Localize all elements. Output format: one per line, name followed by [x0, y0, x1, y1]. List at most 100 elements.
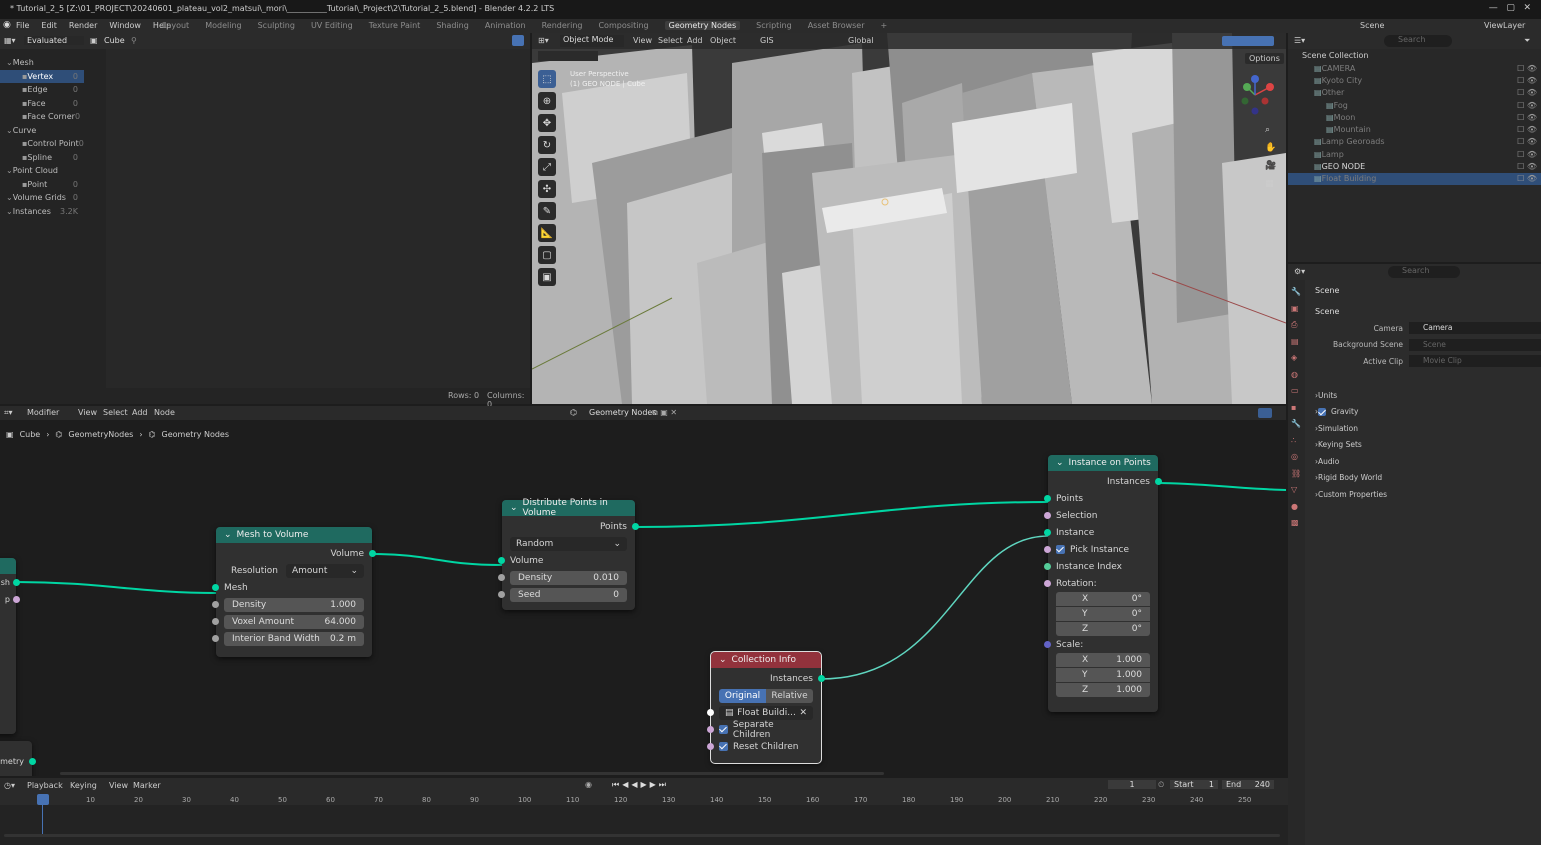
socket-separate-children-in[interactable] [707, 726, 714, 733]
physics-tab-icon[interactable]: ◎ [1291, 449, 1305, 466]
visibility-toggle-icon[interactable]: ☐ 👁 [1517, 101, 1541, 110]
timeline-menu-marker[interactable]: Marker [133, 781, 161, 790]
collapse-chevron-icon[interactable]: ⌄ [1056, 458, 1064, 468]
tab-modeling[interactable]: Modeling [205, 21, 241, 30]
viewport-menu-object[interactable]: Object [710, 36, 736, 45]
grid-toggle-icon[interactable]: ▦ [1265, 175, 1279, 193]
scale-y-field[interactable]: Y 1.000 [1056, 668, 1150, 682]
tab-texture-paint[interactable]: Texture Paint [369, 21, 421, 30]
tool-tab-icon[interactable]: 🔧 [1291, 284, 1305, 301]
node-group-output-partial[interactable]: metry [0, 741, 36, 776]
navigation-gizmo[interactable] [1235, 73, 1279, 117]
outliner-item[interactable]: ▤ CAMERA ☐ 👁 [1288, 62, 1541, 74]
camera-view-icon[interactable]: 🎥 [1265, 157, 1279, 175]
scene-tab-icon[interactable]: ◈ [1291, 350, 1305, 367]
select-box-tool-icon[interactable]: ⬚ [538, 70, 556, 88]
view-layer-selector[interactable]: ViewLayer [1484, 21, 1525, 30]
subpanel-header[interactable]: › Audio [1305, 453, 1541, 470]
cursor-tool-icon[interactable]: ⊕ [538, 92, 556, 110]
rotation-y-field[interactable]: Y 0° [1056, 607, 1150, 621]
socket-instance-in[interactable] [1044, 529, 1051, 536]
object-mode-dropdown[interactable]: Object Mode [560, 35, 624, 47]
data-tab-icon[interactable]: ▽ [1291, 482, 1305, 499]
node-instance-on-points[interactable]: ⌄ Instance on Points Instances Points Sel… [1044, 455, 1162, 712]
subpanel-header[interactable]: › Gravity [1305, 404, 1541, 421]
distribute-mode-dropdown[interactable]: Random ⌄ [510, 536, 627, 551]
collapse-chevron-icon[interactable]: ⌄ [510, 503, 518, 513]
timeline-editor-icon[interactable]: ◷▾ [4, 781, 15, 790]
separate-children-checkbox[interactable] [719, 725, 728, 734]
evaluation-mode-dropdown[interactable]: Evaluated [24, 36, 84, 45]
menu-render[interactable]: Render [69, 21, 97, 30]
socket-geometry-in[interactable] [29, 758, 36, 765]
socket-instance-index-in[interactable] [1044, 563, 1051, 570]
menu-window[interactable]: Window [109, 21, 141, 30]
visibility-toggle-icon[interactable]: ☐ 👁 [1517, 76, 1541, 85]
data-set-item[interactable]: ▪ Face 0 [0, 97, 84, 111]
socket-volume-out[interactable] [369, 550, 376, 557]
end-frame-field[interactable]: End 240 [1222, 780, 1274, 789]
socket-mesh-in[interactable] [212, 584, 219, 591]
rotation-x-field[interactable]: X 0° [1056, 592, 1150, 606]
rotation-z-field[interactable]: Z 0° [1056, 622, 1150, 636]
outliner-item[interactable]: ▤ Float Building ☐ 👁 [1288, 172, 1541, 185]
viewport-editor-icon[interactable]: ⊞▾ [538, 36, 549, 45]
output-tab-icon[interactable]: ⎙ [1291, 317, 1305, 334]
move-tool-icon[interactable]: ✥ [538, 114, 556, 132]
editor-type-icon[interactable]: ▦▾ [4, 36, 16, 45]
filter-icon[interactable] [512, 35, 524, 46]
socket-mesh-out[interactable] [13, 579, 20, 586]
blender-logo-icon[interactable]: ◉ [3, 20, 11, 30]
subpanel-header[interactable]: › Simulation [1305, 420, 1541, 437]
reset-children-checkbox[interactable] [719, 742, 728, 751]
transform-orientation-dropdown[interactable]: Global [848, 36, 874, 45]
gravity-checkbox[interactable] [1318, 407, 1326, 416]
timeline-scrollbar[interactable] [4, 834, 1280, 837]
annotate-tool-icon[interactable]: ✎ [538, 202, 556, 220]
node-distribute-points-in-volume[interactable]: ⌄ Distribute Points in Volume Points Rand… [498, 498, 639, 610]
node-mesh-to-volume[interactable]: ⌄ Mesh to Volume Volume Resolution Amount ⌄… [212, 527, 376, 657]
timeline-menu-view[interactable]: View [109, 781, 128, 790]
node-editor-scrollbar[interactable] [60, 772, 884, 775]
outliner-item[interactable]: ▤ GEO NODE ☐ 👁 [1288, 160, 1541, 172]
material-tab-icon[interactable]: ● [1291, 499, 1305, 516]
scale-z-field[interactable]: Z 1.000 [1056, 683, 1150, 697]
tab-sculpting[interactable]: Sculpting [258, 21, 295, 30]
visibility-toggle-icon[interactable]: ☐ 👁 [1517, 150, 1541, 159]
add-workspace-icon[interactable]: + [881, 21, 888, 30]
tab-scripting[interactable]: Scripting [756, 21, 792, 30]
socket-scale-in[interactable] [1044, 641, 1051, 648]
node-header[interactable]: ⌄ Mesh to Volume [216, 527, 372, 543]
socket-voxel-amount-in[interactable] [212, 618, 219, 625]
original-button[interactable]: Original [719, 688, 766, 703]
socket-instances-out[interactable] [818, 675, 825, 682]
voxel-amount-field[interactable]: Voxel Amount 64.000 [224, 614, 364, 629]
data-set-item[interactable]: ⌄ Point Cloud [0, 164, 84, 178]
node-header[interactable]: ⌄ Instance on Points [1048, 455, 1158, 471]
constraints-tab-icon[interactable]: ⛓ [1291, 466, 1305, 483]
timeline-menu-keying[interactable]: Keying [70, 781, 97, 790]
socket-points-out[interactable] [632, 523, 639, 530]
viewport-menu-view[interactable]: View [633, 36, 652, 45]
shading-mode-buttons[interactable] [1222, 36, 1274, 46]
collection-tab-icon[interactable]: ▭ [1291, 383, 1305, 400]
seed-field[interactable]: Seed 0 [510, 587, 627, 602]
outliner-item[interactable]: ▤ Mountain ☐ 👁 [1288, 123, 1541, 135]
socket-instances-out[interactable] [1155, 478, 1162, 485]
measure-tool-icon[interactable]: 📐 [538, 224, 556, 242]
add-object-tool-icon[interactable]: ▣ [538, 268, 556, 286]
scene-panel-header[interactable]: Scene [1315, 307, 1339, 316]
socket-density-in[interactable] [498, 574, 505, 581]
pin-icon[interactable]: ⚲ [131, 36, 137, 45]
socket-selection-in[interactable] [1044, 512, 1051, 519]
playhead[interactable] [37, 794, 49, 805]
tab-animation[interactable]: Animation [485, 21, 526, 30]
stopwatch-icon[interactable]: ⏲ [1158, 780, 1164, 790]
tab-asset-browser[interactable]: Asset Browser [808, 21, 865, 30]
outliner-item[interactable]: ▤ Kyoto City ☐ 👁 [1288, 74, 1541, 86]
view-layer-tab-icon[interactable]: ▤ [1291, 334, 1305, 351]
visibility-toggle-icon[interactable]: ☐ 👁 [1517, 64, 1541, 73]
visibility-toggle-icon[interactable]: ☐ 👁 [1517, 174, 1541, 183]
outliner-search-input[interactable]: Search [1384, 35, 1452, 47]
properties-editor-icon[interactable]: ⚙▾ [1294, 267, 1305, 276]
